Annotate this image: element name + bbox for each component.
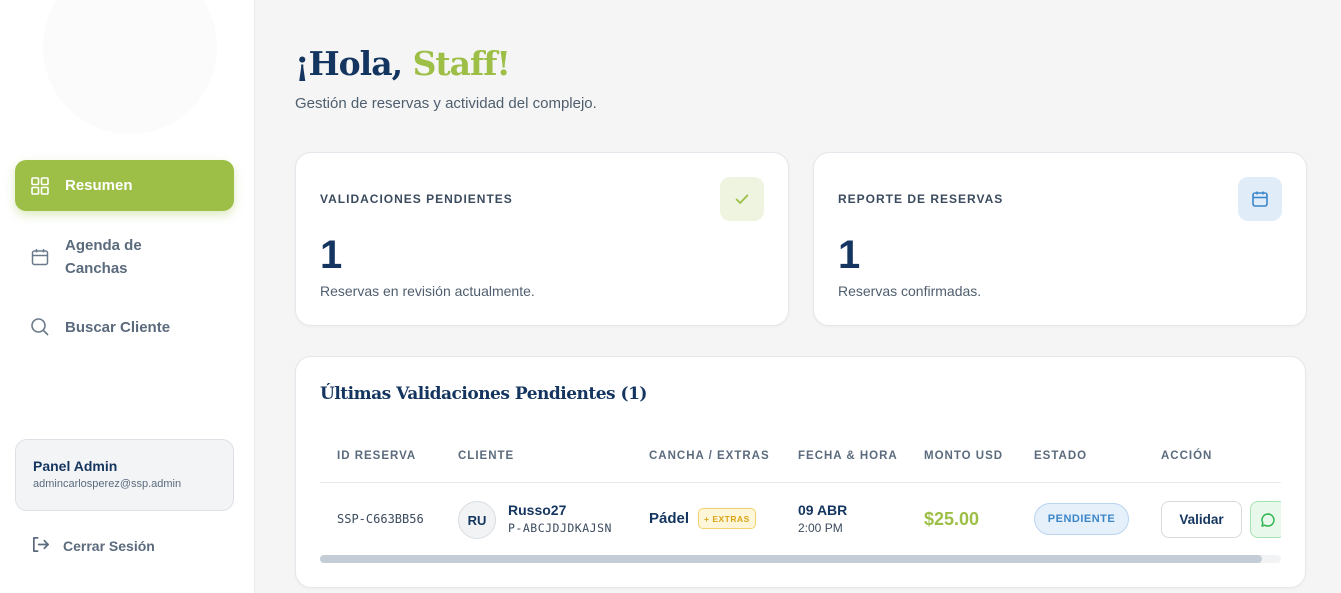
stat-description: Reservas confirmadas.	[838, 283, 982, 299]
column-header: CANCHA / EXTRAS	[649, 450, 770, 462]
column-header: ID RESERVA	[337, 450, 417, 462]
search-icon	[30, 317, 50, 337]
amount: $25.00	[924, 509, 980, 529]
table-header: ID RESERVA CLIENTE CANCHA / EXTRAS FECHA…	[296, 450, 1281, 464]
reservation-id: SSP-C663BB56	[337, 512, 424, 526]
admin-title: Panel Admin	[33, 458, 118, 474]
page-title: ¡Hola, Staff!	[295, 44, 511, 83]
horizontal-scrollbar[interactable]	[320, 555, 1281, 563]
reservation-time: 2:00 PM	[798, 521, 843, 535]
grid-icon	[30, 176, 50, 196]
stat-description: Reservas en revisión actualmente.	[320, 283, 535, 299]
logout-icon	[31, 535, 50, 557]
calendar-icon	[1238, 177, 1282, 221]
stat-value: 1	[838, 233, 861, 277]
status-badge: PENDIENTE	[1034, 503, 1129, 535]
sidebar: Resumen Agenda de Canchas Buscar Cliente…	[0, 0, 255, 593]
page-subtitle: Gestión de reservas y actividad del comp…	[295, 95, 597, 112]
chat-icon	[1261, 512, 1275, 527]
calendar-icon	[30, 247, 50, 267]
avatar: RU	[458, 501, 496, 539]
nav-item-buscar-cliente[interactable]: Buscar Cliente	[15, 315, 234, 339]
reservation-date: 09 ABR	[798, 502, 848, 518]
stat-value: 1	[320, 233, 343, 277]
stat-label: REPORTE DE RESERVAS	[838, 192, 1004, 206]
column-header: CLIENTE	[458, 450, 515, 462]
nav-label: Agenda de Canchas	[65, 237, 142, 277]
pending-validations-table-card: Últimas Validaciones Pendientes (1) ID R…	[295, 356, 1306, 588]
greeting-name: Staff!	[412, 44, 511, 83]
logo-placeholder	[43, 0, 217, 134]
logout-button[interactable]: Cerrar Sesión	[31, 535, 155, 557]
stat-label: VALIDACIONES PENDIENTES	[320, 192, 513, 206]
scrollbar-thumb[interactable]	[320, 555, 1262, 563]
reservations-report-card: REPORTE DE RESERVAS 1 Reservas confirmad…	[813, 152, 1307, 326]
nav-item-resumen[interactable]: Resumen	[15, 160, 234, 211]
check-icon	[720, 177, 764, 221]
admin-email: admincarlosperez@ssp.admin	[33, 478, 182, 490]
admin-profile-card: Panel Admin admincarlosperez@ssp.admin	[15, 439, 234, 511]
column-header: MONTO USD	[924, 450, 1004, 462]
pending-validations-card: VALIDACIONES PENDIENTES 1 Reservas en re…	[295, 152, 789, 326]
validate-button[interactable]: Validar	[1161, 501, 1242, 538]
greeting-prefix: ¡Hola,	[295, 44, 413, 83]
client-name: Russo27	[508, 502, 567, 518]
logout-label: Cerrar Sesión	[63, 538, 155, 554]
table-scroll-area: ID RESERVA CLIENTE CANCHA / EXTRAS FECHA…	[296, 357, 1281, 587]
column-header: ACCIÓN	[1161, 450, 1213, 462]
table-row: SSP-C663BB56 RU Russo27 P-ABCJDJDKAJSN P…	[296, 483, 1281, 555]
client-code: P-ABCJDJDKAJSN	[508, 521, 612, 535]
column-header: FECHA & HORA	[798, 450, 898, 462]
whatsapp-button[interactable]	[1250, 501, 1281, 538]
nav-item-agenda[interactable]: Agenda de Canchas	[15, 233, 234, 281]
extras-badge: + EXTRAS	[698, 508, 756, 529]
column-header: ESTADO	[1034, 450, 1088, 462]
nav-label: Resumen	[65, 177, 133, 194]
nav-label: Buscar Cliente	[65, 318, 171, 336]
court-name: Pádel	[649, 510, 690, 527]
